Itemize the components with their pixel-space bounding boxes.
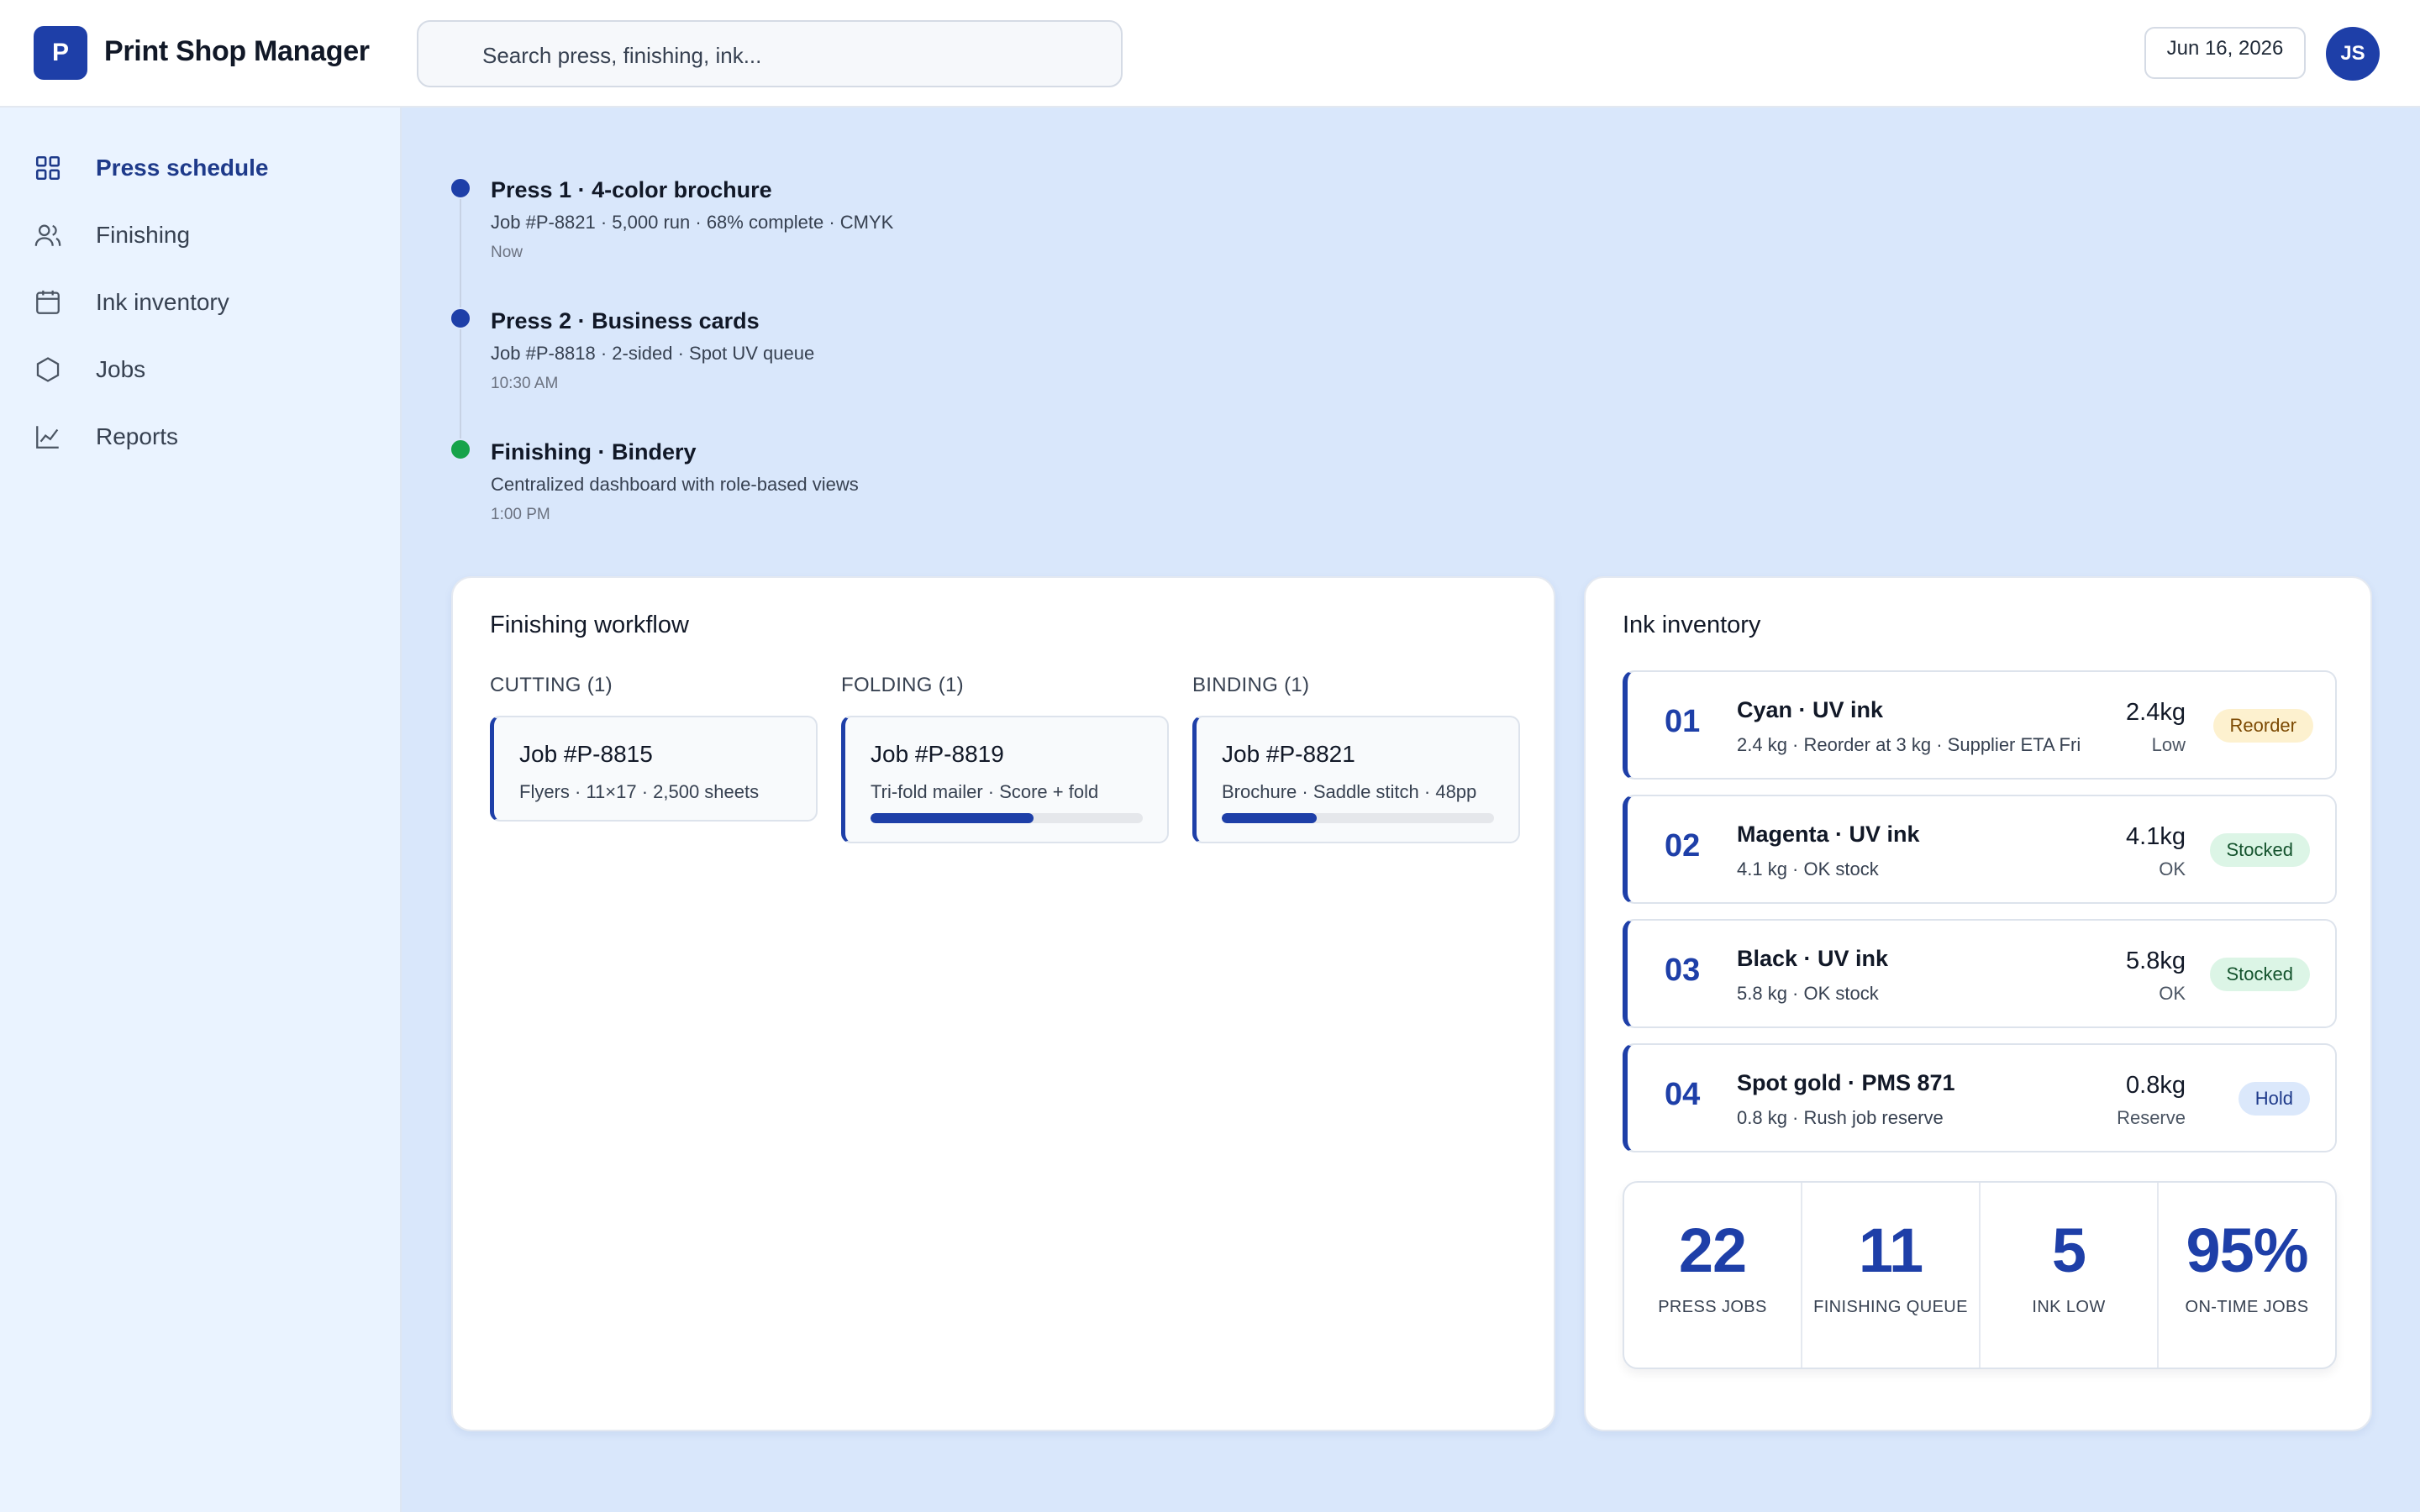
sidebar-item-label: Ink inventory: [96, 289, 229, 315]
job-card[interactable]: Job #P-8821 Brochure · Saddle stitch · 4…: [1192, 716, 1520, 843]
timeline-item-title[interactable]: Finishing · Bindery: [491, 439, 697, 465]
stat-label: FINISHING QUEUE: [1813, 1298, 1968, 1316]
date-picker[interactable]: Jun 16, 2026: [2144, 27, 2306, 79]
ink-desc: 4.1 kg · OK stock: [1737, 858, 1879, 879]
finishing-workflow-card: Finishing workflow CUTTING (1) Job #P-88…: [451, 576, 1555, 1431]
top-header: P Print Shop Manager Jun 16, 2026 JS: [0, 0, 2420, 108]
ink-row[interactable]: 04 Spot gold · PMS 871 0.8 kg · Rush job…: [1623, 1043, 2337, 1152]
sidebar-item-label: Finishing: [96, 222, 191, 248]
ink-desc: 0.8 kg · Rush job reserve: [1737, 1107, 1944, 1128]
stat-value: 22: [1678, 1215, 1747, 1285]
ink-row[interactable]: 01 Cyan · UV ink 2.4 kg · Reorder at 3 k…: [1623, 670, 2337, 780]
hexagon-icon: [34, 353, 77, 386]
status-badge: Stocked: [2209, 958, 2310, 991]
ink-name: Magenta · UV ink: [1737, 822, 1920, 847]
timeline-item-title[interactable]: Press 2 · Business cards: [491, 308, 760, 334]
sidebar-item-label: Reports: [96, 423, 179, 449]
ink-inventory-card: Ink inventory 01 Cyan · UV ink 2.4 kg · …: [1584, 576, 2372, 1431]
status-badge: Stocked: [2209, 833, 2310, 867]
job-title: Job #P-8819: [871, 741, 1004, 767]
stat-label: PRESS JOBS: [1658, 1298, 1767, 1316]
stat-label: INK LOW: [2032, 1298, 2106, 1316]
stat-on-time-jobs: 95% ON-TIME JOBS: [2159, 1183, 2335, 1368]
sidebar-item-label: Press schedule: [96, 155, 269, 181]
sidebar-item-ink-inventory[interactable]: Ink inventory: [34, 277, 370, 328]
ink-amount: 5.8kg: [2126, 948, 2186, 974]
job-card[interactable]: Job #P-8819 Tri-fold mailer · Score + fo…: [841, 716, 1169, 843]
column-heading-cutting: CUTTING (1): [490, 674, 613, 696]
ink-status: Low: [2151, 734, 2186, 755]
grid-icon: [34, 151, 77, 185]
users-icon: [34, 218, 77, 252]
ink-desc: 5.8 kg · OK stock: [1737, 983, 1879, 1004]
sidebar-item-finishing[interactable]: Finishing: [34, 210, 370, 260]
ink-amount: 2.4kg: [2126, 699, 2186, 726]
stat-value: 5: [2051, 1215, 2086, 1285]
card-title: Ink inventory: [1623, 612, 1761, 638]
stat-value: 11: [1858, 1215, 1923, 1285]
ink-status: OK: [2159, 858, 2186, 879]
calendar-icon: [34, 286, 77, 319]
sidebar-item-reports[interactable]: Reports: [34, 412, 370, 462]
job-card[interactable]: Job #P-8815 Flyers · 11×17 · 2,500 sheet…: [490, 716, 818, 822]
card-title: Finishing workflow: [490, 612, 689, 638]
timeline-item-time: Now: [491, 244, 523, 261]
ink-amount: 4.1kg: [2126, 823, 2186, 850]
stat-value: 95%: [2186, 1215, 2308, 1285]
timeline-item-time: 10:30 AM: [491, 375, 559, 392]
stat-label: ON-TIME JOBS: [2185, 1298, 2309, 1316]
ink-name: Cyan · UV ink: [1737, 697, 1884, 722]
stat-finishing-queue: 11 FINISHING QUEUE: [1802, 1183, 1981, 1368]
column-heading-folding: FOLDING (1): [841, 674, 964, 696]
progress-fill: [871, 813, 1034, 823]
search-input[interactable]: [482, 40, 1104, 71]
timeline-item-title[interactable]: Press 1 · 4-color brochure: [491, 177, 772, 203]
progress-bar: [1222, 813, 1494, 823]
timeline-item-desc: Job #P-8821 · 5,000 run · 68% complete ·…: [491, 212, 894, 233]
stat-ink-low: 5 INK LOW: [1981, 1183, 2159, 1368]
ink-amount: 0.8kg: [2126, 1072, 2186, 1099]
timeline-item-desc: Job #P-8818 · 2-sided · Spot UV queue: [491, 343, 815, 364]
column-heading-binding: BINDING (1): [1192, 674, 1310, 696]
ink-row[interactable]: 02 Magenta · UV ink 4.1 kg · OK stock 4.…: [1623, 795, 2337, 904]
app-logo[interactable]: P: [34, 26, 87, 80]
ink-row[interactable]: 03 Black · UV ink 5.8 kg · OK stock 5.8k…: [1623, 919, 2337, 1028]
app-title: Print Shop Manager: [104, 35, 370, 67]
progress-bar: [871, 813, 1143, 823]
timeline-item-desc: Centralized dashboard with role-based vi…: [491, 474, 859, 495]
stats-panel: 22 PRESS JOBS 11 FINISHING QUEUE 5 INK L…: [1623, 1181, 2337, 1369]
ink-name: Spot gold · PMS 871: [1737, 1070, 1955, 1095]
search-box[interactable]: [417, 20, 1123, 87]
job-desc: Tri-fold mailer · Score + fold: [871, 781, 1099, 802]
status-badge: Reorder: [2212, 709, 2313, 743]
sidebar-item-label: Jobs: [96, 356, 146, 382]
timeline-item-time: 1:00 PM: [491, 506, 550, 523]
sidebar-item-press-schedule[interactable]: Press schedule: [34, 143, 370, 193]
chart-line-icon: [34, 420, 77, 454]
ink-row-number: 04: [1665, 1077, 1701, 1112]
status-badge: Hold: [2238, 1082, 2310, 1116]
job-desc: Brochure · Saddle stitch · 48pp: [1222, 781, 1477, 802]
ink-status: OK: [2159, 983, 2186, 1004]
ink-row-number: 02: [1665, 828, 1701, 864]
job-title: Job #P-8821: [1222, 741, 1355, 767]
timeline-dot: [450, 307, 471, 329]
ink-row-number: 03: [1665, 953, 1701, 988]
sidebar: Press schedule Finishing Ink inventory J…: [0, 108, 402, 1512]
ink-status: Reserve: [2117, 1107, 2186, 1128]
job-desc: Flyers · 11×17 · 2,500 sheets: [519, 781, 760, 802]
sidebar-item-jobs[interactable]: Jobs: [34, 344, 370, 395]
progress-fill: [1222, 813, 1318, 823]
user-avatar[interactable]: JS: [2326, 27, 2380, 81]
ink-name: Black · UV ink: [1737, 946, 1889, 971]
timeline-dot: [450, 438, 471, 460]
ink-row-number: 01: [1665, 704, 1701, 739]
timeline-dot: [450, 177, 471, 199]
stat-press-jobs: 22 PRESS JOBS: [1624, 1183, 1802, 1368]
job-title: Job #P-8815: [519, 741, 653, 767]
ink-desc: 2.4 kg · Reorder at 3 kg · Supplier ETA …: [1737, 734, 2081, 755]
